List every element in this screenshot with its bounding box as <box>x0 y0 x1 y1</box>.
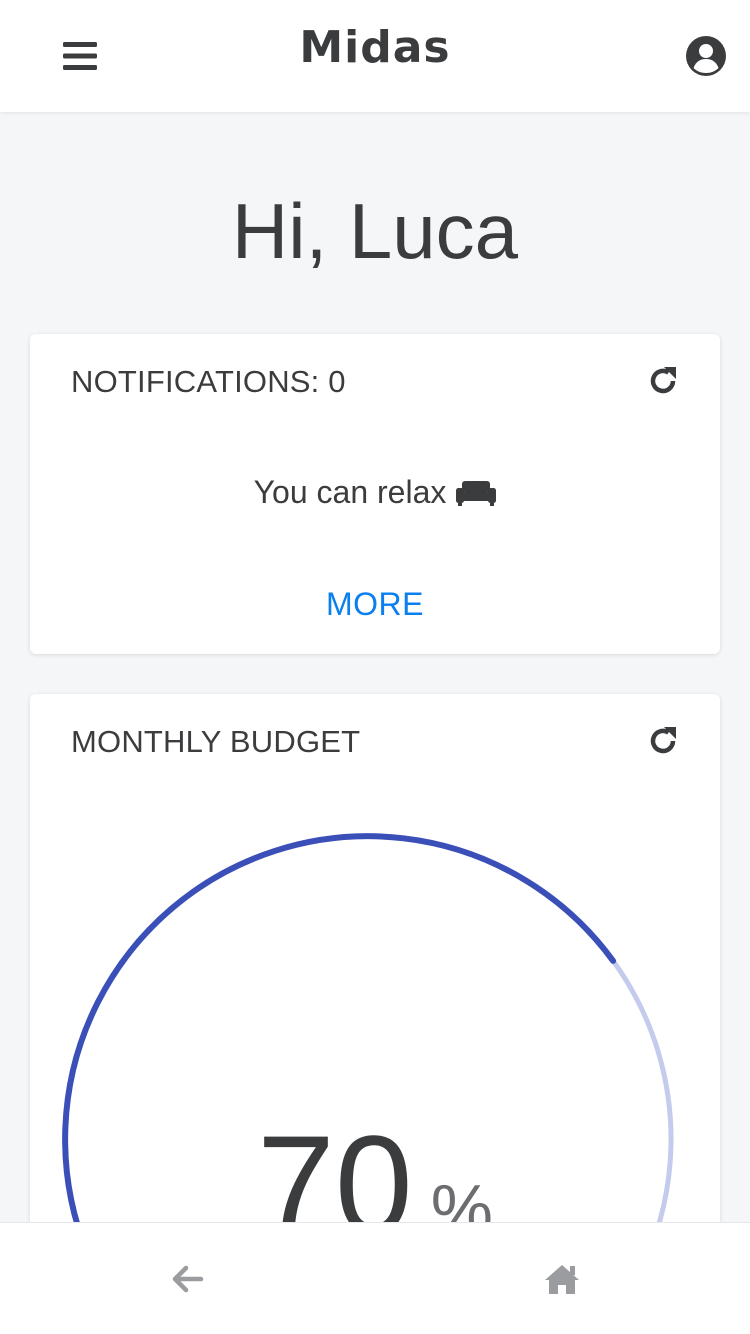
couch-icon <box>456 480 497 506</box>
arrow-left-icon <box>172 1265 204 1293</box>
refresh-icon <box>650 367 676 394</box>
profile-button[interactable] <box>684 34 728 78</box>
more-link[interactable]: MORE <box>30 586 720 623</box>
notifications-card: NOTIFICATIONS: 0 You can relax MORE <box>30 334 720 654</box>
relax-message: You can relax <box>253 474 447 510</box>
home-button[interactable] <box>540 1257 584 1301</box>
user-circle-icon <box>686 36 726 76</box>
relax-message-row: You can relax <box>30 474 720 511</box>
app-title: Midas <box>299 22 451 73</box>
notifications-title: NOTIFICATIONS: 0 <box>71 364 346 399</box>
notifications-refresh-button[interactable] <box>644 362 682 400</box>
back-button[interactable] <box>166 1257 210 1301</box>
greeting-heading: Hi, Luca <box>231 187 519 275</box>
home-icon <box>545 1265 579 1294</box>
bottom-nav-bar <box>0 1222 750 1334</box>
monthly-budget-card: MONTHLY BUDGET 70 % <box>30 694 720 1314</box>
app-header: Midas <box>0 0 750 112</box>
